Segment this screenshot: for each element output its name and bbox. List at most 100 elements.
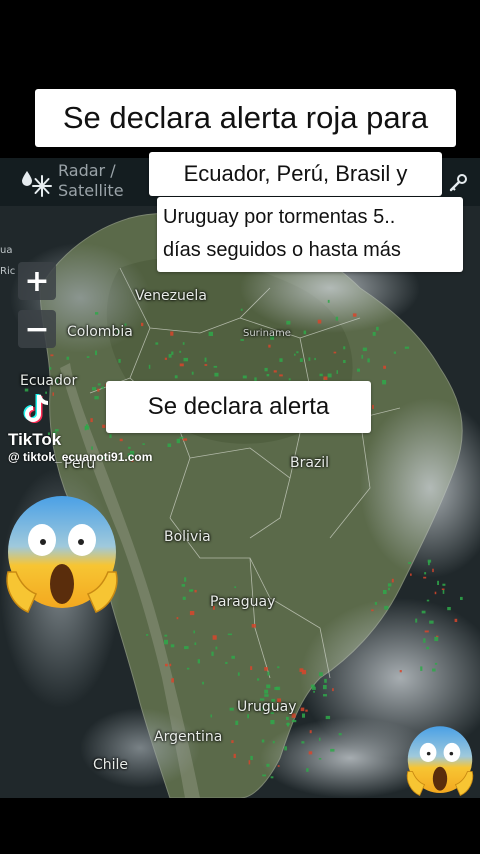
radar-speck	[323, 694, 327, 697]
radar-speck	[434, 591, 437, 595]
radar-speck	[361, 354, 364, 359]
radar-speck	[317, 319, 322, 324]
radar-speck	[189, 611, 195, 616]
radar-speck	[193, 630, 195, 634]
radar-speck	[302, 713, 305, 718]
radar-speck	[237, 672, 240, 676]
radar-speck	[393, 351, 396, 354]
radar-speck	[437, 580, 439, 585]
radar-speck	[97, 388, 100, 392]
radar-speck	[176, 617, 179, 620]
radar-speck	[311, 686, 316, 690]
radar-speck	[181, 584, 186, 587]
radar-speck	[299, 358, 303, 362]
radar-label-line1: Radar /	[58, 161, 116, 180]
label-suriname: Suriname	[243, 328, 291, 339]
radar-speck	[284, 746, 287, 751]
radar-speck	[277, 666, 280, 669]
radar-speck	[118, 359, 121, 363]
radar-speck	[324, 678, 327, 683]
caption-middle: Se declara alerta	[106, 381, 371, 433]
radar-speck	[273, 370, 277, 373]
radar-speck	[338, 733, 342, 736]
tiktok-logo-icon	[23, 394, 49, 423]
snowflake-rain-icon[interactable]	[18, 168, 52, 198]
radar-speck	[367, 358, 370, 363]
radar-speck	[432, 568, 434, 573]
radar-speck	[240, 339, 244, 341]
caption-line1: Se declara alerta roja para	[35, 89, 456, 147]
radar-speck	[325, 715, 331, 720]
radar-speck	[387, 583, 392, 587]
radar-speck	[336, 370, 338, 374]
label-venezuela: Venezuela	[135, 288, 207, 304]
zoom-in-button[interactable]: +	[18, 262, 56, 300]
radar-speck	[352, 313, 357, 317]
caption-line2: Ecuador, Perú, Brasil y	[149, 152, 442, 196]
radar-speck	[429, 620, 434, 624]
radar-speck	[270, 776, 274, 779]
radar-speck	[415, 618, 418, 623]
radar-speck	[292, 720, 297, 723]
radar-speck	[167, 443, 172, 447]
radar-speck	[308, 751, 313, 755]
radar-speck	[272, 740, 275, 744]
radar-speck	[277, 765, 280, 767]
radar-speck	[421, 610, 426, 614]
radar-speck	[214, 372, 219, 377]
radar-speck	[309, 730, 312, 734]
radar-speck	[442, 589, 445, 594]
radar-speck	[447, 607, 451, 611]
radar-speck	[119, 438, 123, 442]
radar-speck	[343, 346, 346, 350]
radar-speck	[262, 774, 266, 777]
radar-speck	[332, 688, 334, 692]
radar-speck	[423, 638, 426, 643]
radar-speck	[286, 716, 289, 720]
radar-speck	[179, 363, 184, 367]
radar-speck	[242, 375, 247, 379]
radar-speck	[182, 342, 185, 345]
radar-speck	[97, 383, 101, 386]
radar-speck	[168, 354, 172, 358]
radar-speck	[146, 634, 149, 636]
radar-speck	[194, 642, 197, 645]
radar-speck	[376, 326, 379, 331]
radar-speck	[155, 342, 159, 345]
radar-speck	[84, 425, 90, 430]
radar-speck	[266, 763, 270, 767]
radar-speck	[95, 350, 97, 356]
radar-speck	[426, 599, 430, 602]
radar-speck	[182, 438, 188, 441]
radar-speck	[128, 446, 131, 449]
radar-speck	[225, 661, 228, 664]
radar-speck	[270, 720, 275, 725]
radar-speck	[371, 609, 374, 612]
radar-speck	[164, 639, 168, 645]
radar-speck	[442, 583, 446, 586]
radar-speck	[460, 596, 463, 600]
radar-speck	[66, 356, 70, 360]
label-argentina: Argentina	[154, 729, 223, 745]
radar-speck	[391, 578, 394, 583]
radar-speck	[184, 646, 189, 650]
radar-speck	[319, 737, 321, 741]
zoom-out-button[interactable]: −	[18, 310, 56, 348]
radar-speck	[204, 364, 208, 366]
caption-line3b: días seguidos o hasta más	[163, 239, 401, 261]
screaming-face-small-icon	[406, 726, 474, 797]
radar-speck	[383, 590, 387, 594]
radar-speck	[323, 685, 327, 690]
radar-speck	[251, 624, 256, 628]
key-icon[interactable]	[447, 172, 469, 194]
radar-speck	[434, 636, 439, 642]
radar-speck	[335, 316, 339, 321]
radar-speck	[184, 577, 187, 582]
radar-layer-label[interactable]: Radar / Satellite	[58, 161, 148, 201]
radar-speck	[182, 596, 186, 600]
radar-speck	[306, 768, 309, 772]
radar-speck	[264, 689, 269, 694]
radar-speck	[384, 605, 389, 610]
radar-speck	[95, 312, 99, 315]
radar-speck	[101, 386, 104, 389]
